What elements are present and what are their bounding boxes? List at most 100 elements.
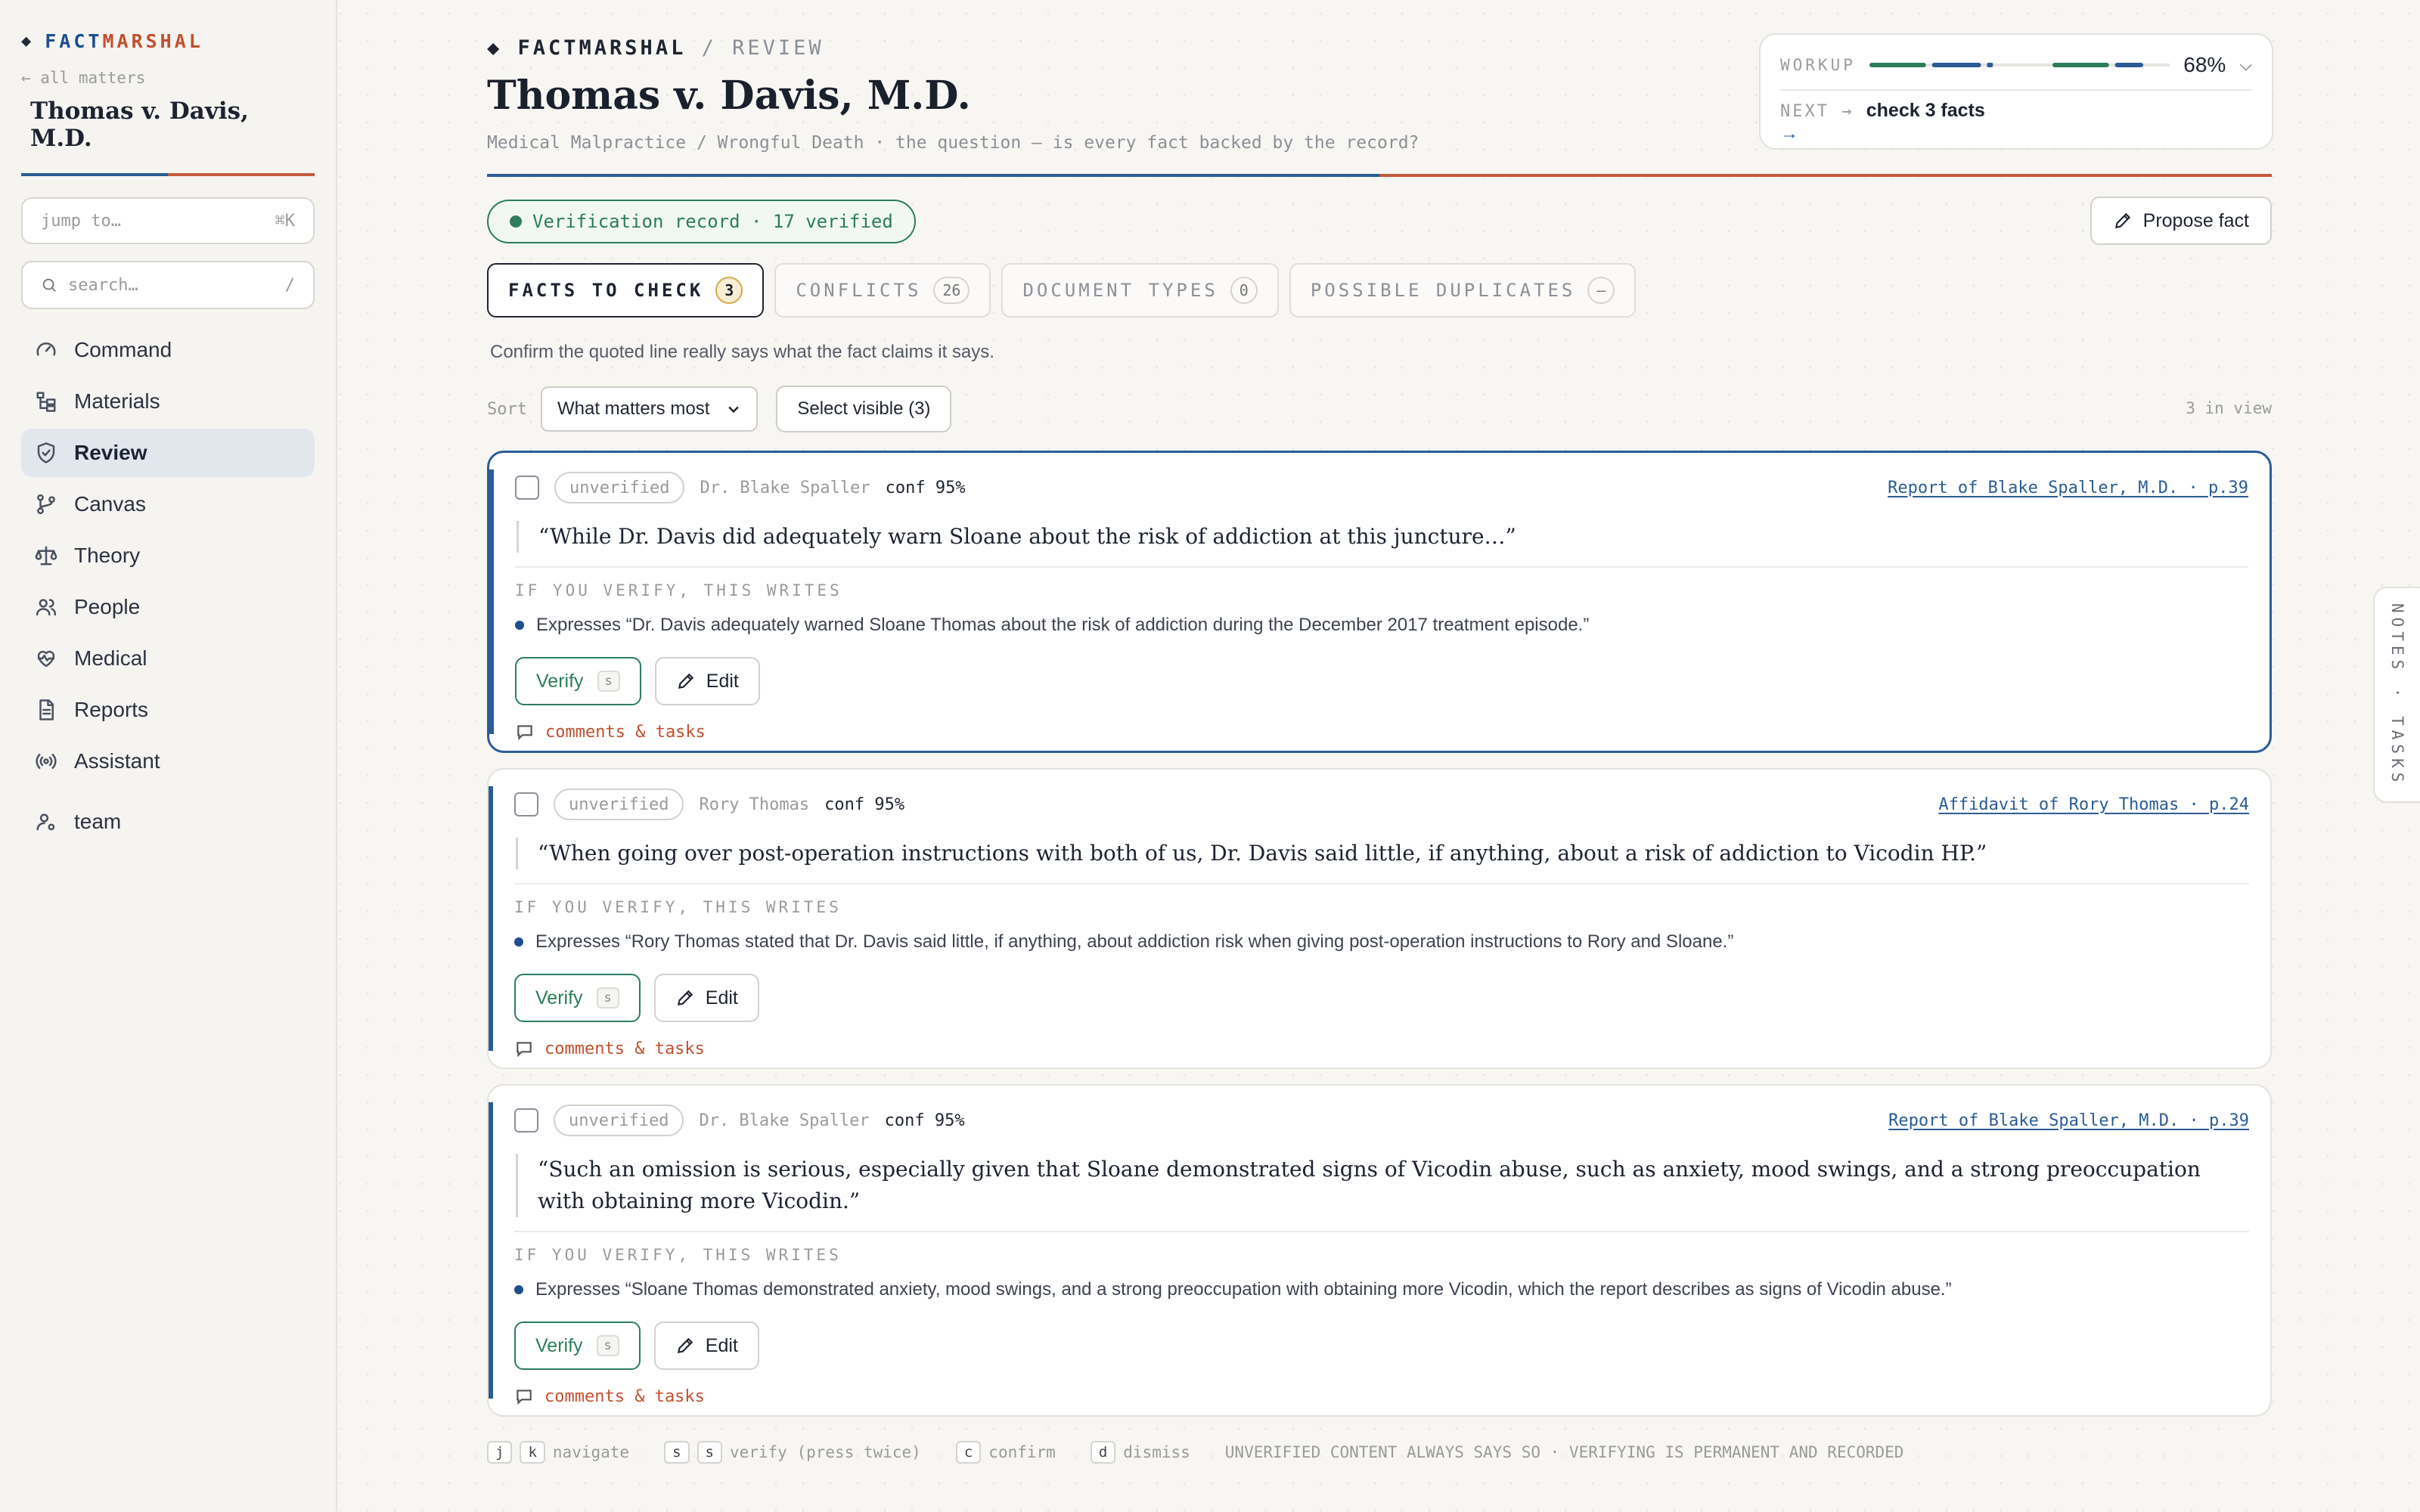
jump-shortcut: ⌘K [275,211,296,231]
sidebar-item-label: Theory [74,544,141,567]
sort-select[interactable]: What matters most [540,386,759,432]
verification-record-pill[interactable]: Verification record · 17 verified [487,200,916,243]
card-accent-stripe [489,1102,493,1399]
notes-tasks-drawer-tab[interactable]: NOTES · TASKS [2373,587,2420,803]
search-placeholder: search… [68,275,138,295]
matter-title: Thomas v. Davis, M.D. [30,98,249,152]
all-matters-link[interactable]: ← all matters [21,69,315,87]
propose-fact-button[interactable]: Propose fact [2090,197,2272,245]
comments-tasks-link[interactable]: comments & tasks [514,1039,2249,1058]
fact-card[interactable]: unverified Dr. Blake Spaller conf 95% Re… [487,451,2272,753]
edit-button[interactable]: Edit [653,974,759,1022]
sidebar-item-label: Medical [74,646,147,670]
workup-next[interactable]: NEXT → check 3 facts [1780,100,2252,122]
fact-checkbox[interactable] [515,476,539,500]
sidebar-item-reports[interactable]: Reports [21,686,315,734]
workup-divider [1780,89,2252,91]
tab-possible-duplicates[interactable]: POSSIBLE DUPLICATES — [1289,263,1637,318]
pencil-icon [677,990,693,1006]
tab-count-badge: 0 [1230,277,1258,304]
fact-card[interactable]: unverified Rory Thomas conf 95% Affidavi… [487,768,2272,1069]
verify-button[interactable]: Verify s [515,657,641,705]
tab-conflicts[interactable]: CONFLICTS 26 [774,263,991,318]
writes-line: Expresses “Sloane Thomas demonstrated an… [514,1279,2249,1300]
fact-quote: “When going over post-operation instruct… [516,838,2249,869]
comments-tasks-link[interactable]: comments & tasks [514,1387,2249,1406]
source-link[interactable]: Affidavit of Rory Thomas · p.24 [1938,795,2249,814]
crumb-brand[interactable]: FACTMARSHAL [518,36,687,60]
comments-tasks-link[interactable]: comments & tasks [515,722,2248,742]
verify-label: Verify [535,1334,583,1356]
writes-label: IF YOU VERIFY, THIS WRITES [515,581,842,600]
tab-facts-to-check[interactable]: FACTS TO CHECK 3 [487,263,765,318]
sort-row: Sort What matters most Select visible (3… [487,386,952,432]
sidebar-item-theory[interactable]: Theory [21,531,315,580]
writes-label: IF YOU VERIFY, THIS WRITES [514,898,842,916]
hint-label: verify (press twice) [729,1443,921,1461]
document-icon [39,699,54,720]
tab-label: POSSIBLE DUPLICATES [1310,280,1576,301]
fact-speaker: Rory Thomas [699,795,810,814]
source-link[interactable]: Report of Blake Spaller, M.D. · p.39 [1888,1111,2249,1130]
shield-check-icon [37,442,55,463]
search-shortcut: / [284,275,295,295]
kbd-key: c [955,1441,982,1464]
in-view-count: 3 in view [2186,399,2272,417]
kbd-key: k [520,1441,545,1464]
sidebar-item-medical[interactable]: Medical [21,634,315,683]
sidebar-item-materials[interactable]: Materials [21,377,315,426]
sidebar-item-label: Command [74,338,172,361]
brand-marshal: MARSHAL [102,30,203,52]
tab-document-types[interactable]: DOCUMENT TYPES 0 [1001,263,1279,318]
sidebar-item-canvas[interactable]: Canvas [21,480,315,528]
sidebar-item-label: Canvas [74,492,146,516]
hint-label: dismiss [1123,1443,1190,1461]
title-divider [21,173,315,176]
chevron-down-icon[interactable]: ⌵ [2239,55,2252,75]
edit-button[interactable]: Edit [653,1321,759,1370]
sidebar-item-command[interactable]: Command [21,326,315,374]
sidebar-item-people[interactable]: People [21,583,315,631]
fact-speaker: Dr. Blake Spaller [699,1111,870,1130]
pencil-icon [678,673,693,689]
tab-label: CONFLICTS [796,280,922,301]
verify-button[interactable]: Verify s [514,974,641,1022]
writes-text: Expresses “Dr. Davis adequately warned S… [536,615,1590,635]
broadcast-icon [36,754,57,769]
fact-card[interactable]: unverified Dr. Blake Spaller conf 95% Re… [487,1084,2272,1417]
sidebar-item-assistant[interactable]: Assistant [21,737,315,785]
writes-text: Expresses “Sloane Thomas demonstrated an… [535,1279,1952,1300]
crumb-page: REVIEW [732,36,824,60]
folder-tree-icon [36,392,56,412]
tab-label: FACTS TO CHECK [508,280,704,301]
writes-line: Expresses “Dr. Davis adequately warned S… [515,615,2248,636]
hint-label: confirm [988,1443,1056,1461]
select-visible-button[interactable]: Select visible (3) [776,386,952,432]
tab-label: DOCUMENT TYPES [1022,280,1218,301]
arrow-right-icon[interactable]: → [1780,123,2252,144]
gauge-icon [36,342,56,356]
source-link[interactable]: Report of Blake Spaller, M.D. · p.39 [1888,479,2248,497]
sidebar-item-team[interactable]: team [21,798,315,846]
fact-quote: “Such an omission is serious, especially… [516,1154,2249,1217]
fact-checkbox[interactable] [514,792,538,816]
speech-bubble-icon [517,1042,532,1058]
status-badge: unverified [554,1105,684,1136]
brand-logo[interactable]: ◆ FACTMARSHAL [21,30,315,52]
fact-checkbox[interactable] [514,1108,538,1132]
sidebar-item-review[interactable]: Review [21,429,315,477]
comments-label: comments & tasks [544,1387,705,1406]
instructions-text: Confirm the quoted line really says what… [490,342,994,362]
quote-divider [515,566,2248,568]
comments-label: comments & tasks [544,1039,705,1058]
workup-panel[interactable]: WORKUP 68% ⌵ NEXT → check 3 facts → [1759,33,2273,150]
brand-fact: FACT [45,30,103,52]
sidebar-item-label: team [74,810,122,833]
fact-speaker: Dr. Blake Spaller [700,478,870,497]
verify-button[interactable]: Verify s [514,1321,641,1370]
jump-to-input[interactable]: jump to… ⌘K [21,197,315,244]
search-input[interactable]: search… / [21,261,315,309]
kbd-key: j [487,1441,513,1464]
edit-button[interactable]: Edit [654,657,760,705]
